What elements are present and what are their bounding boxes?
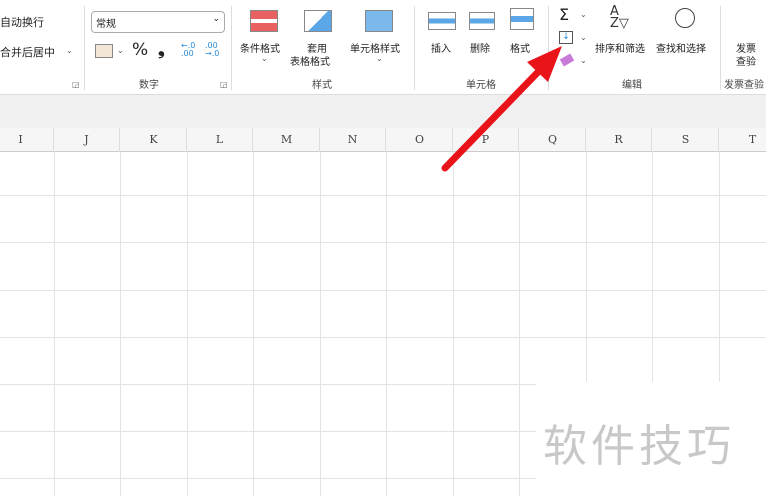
red-arrow-annotation bbox=[441, 46, 562, 172]
